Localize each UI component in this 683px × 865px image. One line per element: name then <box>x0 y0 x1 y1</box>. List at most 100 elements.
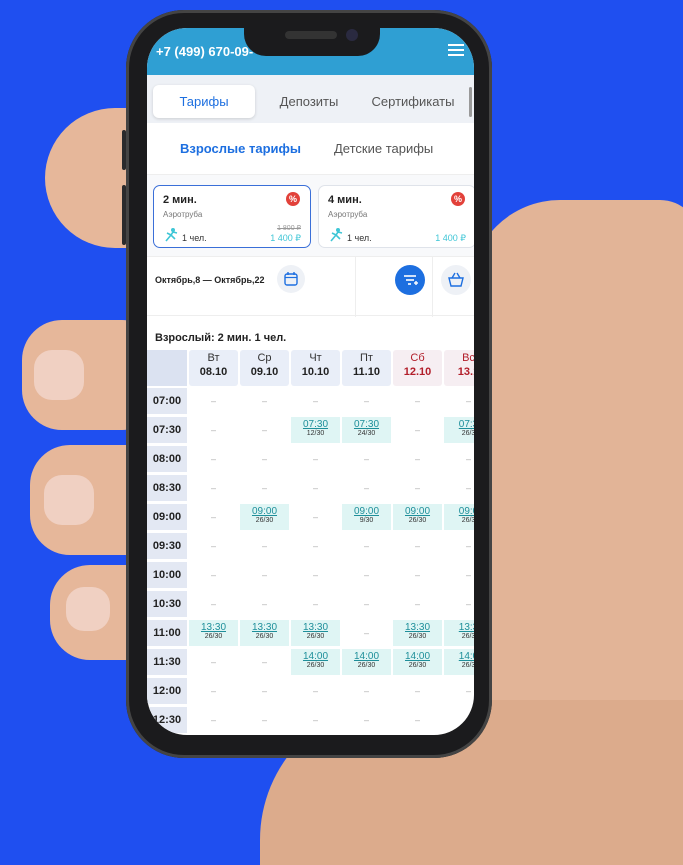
slot-capacity: 26/30 <box>408 662 427 669</box>
empty-slot: – <box>414 686 420 696</box>
empty-slot: – <box>363 628 369 638</box>
slot-capacity: 26/30 <box>306 633 325 640</box>
empty-slot: – <box>414 483 420 493</box>
tariff-persons: 1 чел. <box>182 233 207 243</box>
empty-slot: – <box>210 657 216 667</box>
empty-slot: – <box>414 599 420 609</box>
empty-slot: – <box>261 541 267 551</box>
slot-capacity: 26/30 <box>204 633 223 640</box>
tab-tariffs[interactable]: Тарифы <box>153 85 255 118</box>
slot-capacity: 12/30 <box>306 430 325 437</box>
empty-slot: – <box>465 396 471 406</box>
slot-capacity: 26/3 <box>461 662 474 669</box>
empty-slot: – <box>261 425 267 435</box>
empty-slot: – <box>210 686 216 696</box>
slot-time: 09:00 <box>353 506 380 517</box>
empty-slot: – <box>363 715 369 725</box>
empty-slot: – <box>465 454 471 464</box>
day-header: Чт 10.10 <box>291 350 340 386</box>
time-slot[interactable]: 13:30 26/30 <box>189 620 238 646</box>
time-slot[interactable]: 13:30 26/30 <box>393 620 442 646</box>
time-slot[interactable]: 09:00 9/30 <box>342 504 391 530</box>
subtab-adult[interactable]: Взрослые тарифы <box>180 141 301 156</box>
empty-slot: – <box>210 541 216 551</box>
slot-capacity: 9/30 <box>359 517 374 524</box>
time-label: 10:00 <box>147 562 187 588</box>
time-slot[interactable]: 13:326/3 <box>444 620 474 646</box>
empty-slot: – <box>210 396 216 406</box>
tariff-card[interactable]: 4 мин. Аэротруба % 1 чел. 1 400 ₽ <box>318 185 474 248</box>
empty-slot: – <box>465 686 471 696</box>
empty-slot: – <box>363 599 369 609</box>
time-slot[interactable]: 09:026/3 <box>444 504 474 530</box>
tariff-card[interactable]: 2 мин. Аэротруба % 1 чел. 1 800 ₽ 1 400 … <box>153 185 311 248</box>
skydiver-icon <box>330 228 343 242</box>
tab-deposits[interactable]: Депозиты <box>263 85 355 118</box>
empty-slot: – <box>312 483 318 493</box>
skydiver-icon <box>165 228 178 242</box>
time-slot[interactable]: 07:326/3 <box>444 417 474 443</box>
slot-time: 13:30 <box>404 622 431 633</box>
empty-slot: – <box>465 541 471 551</box>
tariff-title: 2 мин. <box>163 194 197 206</box>
time-slot[interactable]: 14:00 26/30 <box>342 649 391 675</box>
schedule-corner <box>147 350 187 386</box>
empty-slot: – <box>465 570 471 580</box>
slot-time: 07:3 <box>458 419 474 430</box>
tab-scrollbar[interactable] <box>469 87 472 117</box>
empty-slot: – <box>414 396 420 406</box>
slot-time: 13:3 <box>458 622 474 633</box>
empty-slot: – <box>210 512 216 522</box>
time-slot[interactable]: 09:00 26/30 <box>240 504 289 530</box>
day-header: Пт 11.10 <box>342 350 391 386</box>
slot-time: 13:30 <box>302 622 329 633</box>
empty-slot: – <box>210 599 216 609</box>
day-header: Вс 13.1 <box>444 350 474 386</box>
empty-slot: – <box>465 599 471 609</box>
empty-slot: – <box>261 686 267 696</box>
slot-capacity: 26/30 <box>408 633 427 640</box>
empty-slot: – <box>414 715 420 725</box>
hamburger-menu-icon[interactable] <box>448 44 464 56</box>
slot-time: 14:00 <box>353 651 380 662</box>
subtab-children[interactable]: Детские тарифы <box>334 141 433 156</box>
time-slot[interactable]: 09:00 26/30 <box>393 504 442 530</box>
time-slot[interactable]: 13:30 26/30 <box>291 620 340 646</box>
empty-slot: – <box>363 483 369 493</box>
slot-time: 14:00 <box>404 651 431 662</box>
calendar-icon <box>284 272 298 286</box>
empty-slot: – <box>414 541 420 551</box>
time-label: 07:00 <box>147 388 187 414</box>
filter-button[interactable] <box>395 265 425 295</box>
tab-certificates[interactable]: Сертификаты <box>361 85 465 118</box>
time-slot[interactable]: 13:30 26/30 <box>240 620 289 646</box>
empty-slot: – <box>210 570 216 580</box>
slot-capacity: 26/3 <box>461 430 474 437</box>
empty-slot: – <box>210 454 216 464</box>
time-slot[interactable]: 14:00 26/30 <box>291 649 340 675</box>
tariff-persons: 1 чел. <box>347 233 372 243</box>
day-name: Чт <box>309 352 322 364</box>
time-slot[interactable]: 14:00 26/30 <box>393 649 442 675</box>
day-name: Ср <box>257 352 272 364</box>
slot-capacity: 26/3 <box>461 517 474 524</box>
discount-icon: % <box>451 192 465 206</box>
empty-slot: – <box>312 512 318 522</box>
tab-bar: Тарифы Депозиты Сертификаты <box>147 75 474 123</box>
empty-slot: – <box>363 396 369 406</box>
time-slot[interactable]: 07:30 24/30 <box>342 417 391 443</box>
schedule-title: Взрослый: 2 мин. 1 чел. <box>155 332 287 344</box>
date-range: Октябрь,8 — Октябрь,22 <box>155 275 265 285</box>
time-slot[interactable]: 14:026/3 <box>444 649 474 675</box>
slot-time: 09:00 <box>404 506 431 517</box>
day-date: 10.10 <box>301 366 330 378</box>
day-name: Сб <box>410 352 425 364</box>
phone-number-link[interactable]: +7 (499) 670-09- <box>156 44 253 59</box>
time-slot[interactable]: 07:30 12/30 <box>291 417 340 443</box>
phone-screen: +7 (499) 670-09- Тарифы Депозиты Сертифи… <box>147 28 474 735</box>
basket-button[interactable] <box>441 265 471 295</box>
calendar-button[interactable] <box>277 265 305 293</box>
tariff-subtitle: Аэротруба <box>328 210 368 219</box>
slot-time: 09:0 <box>458 506 474 517</box>
tariff-cards: 2 мин. Аэротруба % 1 чел. 1 800 ₽ 1 400 … <box>147 175 474 256</box>
